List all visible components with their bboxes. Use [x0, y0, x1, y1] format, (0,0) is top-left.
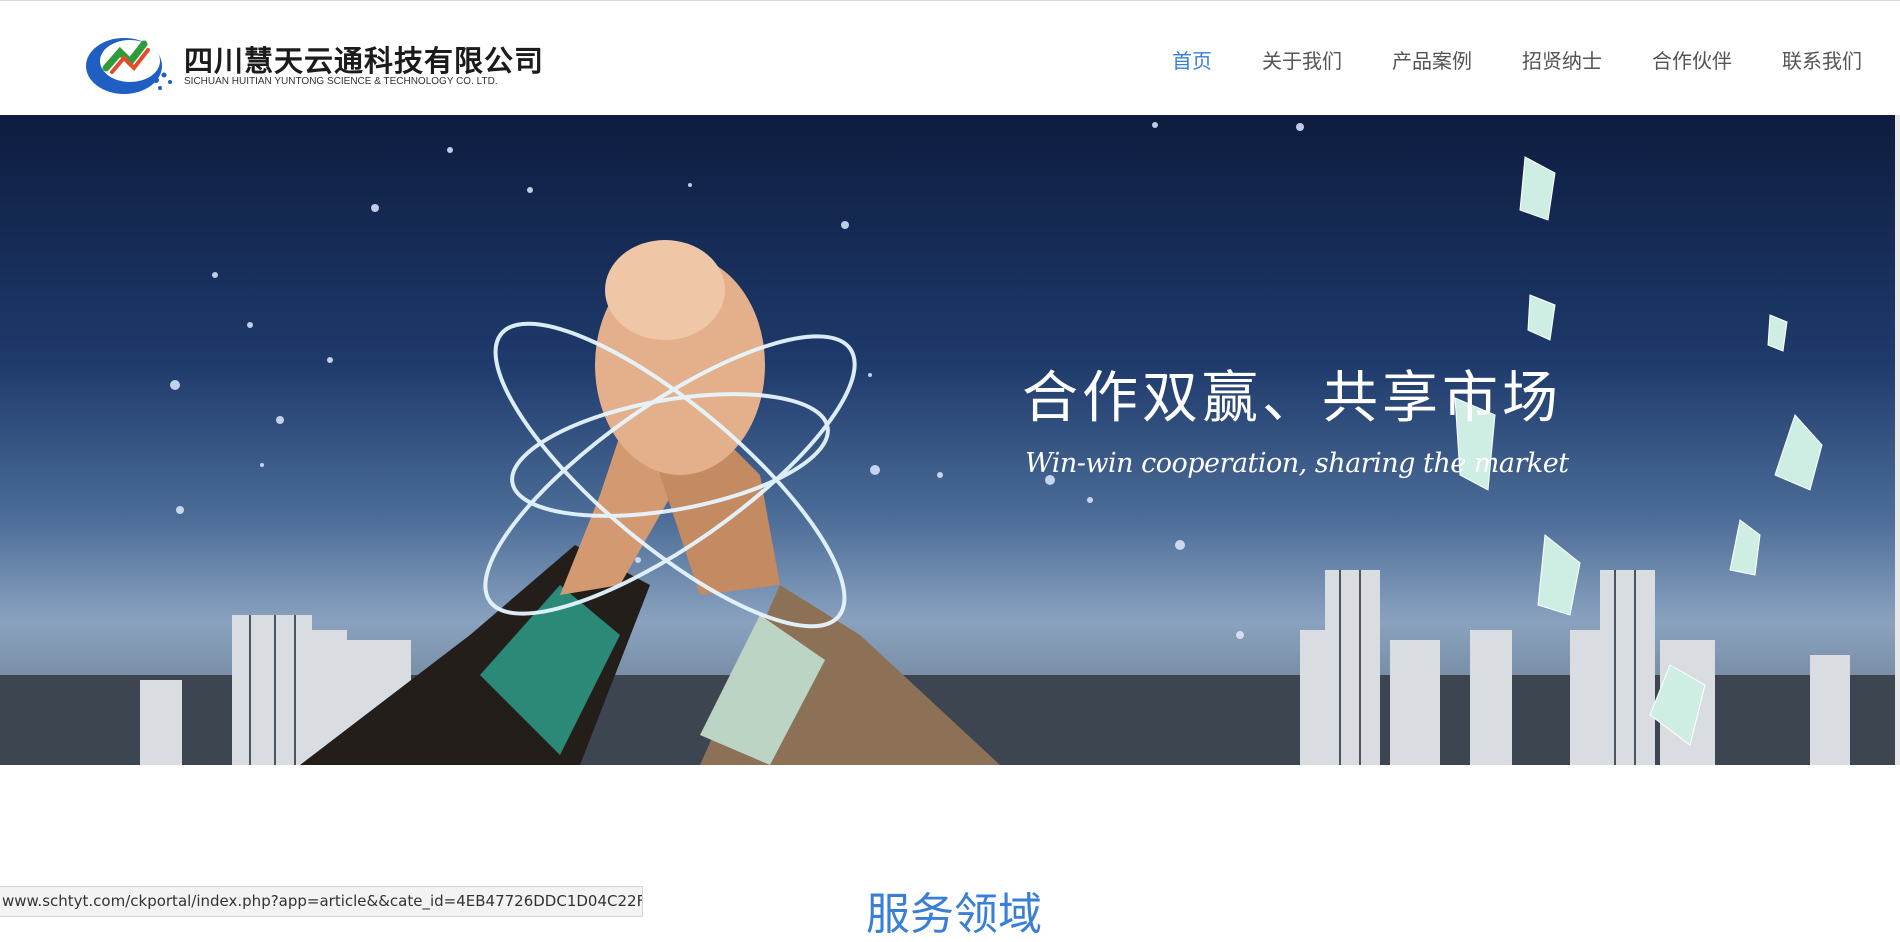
banner-illustration: [0, 122, 1895, 765]
nav-partners[interactable]: 合作伙伴: [1652, 45, 1732, 74]
site-header: 四川慧天云通科技有限公司 SICHUAN HUITIAN YUNTONG SCI…: [0, 1, 1900, 115]
company-logo[interactable]: 四川慧天云通科技有限公司 SICHUAN HUITIAN YUNTONG SCI…: [84, 28, 543, 98]
banner-title: 合作双赢、共享市场: [1022, 366, 1562, 431]
nav-contact[interactable]: 联系我们: [1782, 45, 1862, 74]
logo-company-name-en: SICHUAN HUITIAN YUNTONG SCIENCE & TECHNO…: [184, 76, 498, 87]
nav-products[interactable]: 产品案例: [1392, 45, 1472, 74]
nav-home[interactable]: 首页: [1172, 45, 1212, 74]
status-bar-url: www.schtyt.com/ckportal/index.php?app=ar…: [0, 886, 643, 917]
main-nav: 首页 关于我们 产品案例 招贤纳士 合作伙伴 联系我们: [1122, 45, 1862, 74]
banner-subtitle: Win-win cooperation, sharing the market: [1025, 448, 1569, 479]
nav-about[interactable]: 关于我们: [1262, 45, 1342, 74]
logo-company-name: 四川慧天云通科技有限公司: [184, 44, 545, 78]
nav-careers[interactable]: 招贤纳士: [1522, 45, 1602, 74]
logo-mark-icon: [86, 38, 172, 94]
section-title-services: 服务领域: [866, 889, 1042, 940]
hero-banner[interactable]: 合作双赢、共享市场 Win-win cooperation, sharing t…: [0, 115, 1895, 765]
page-scrollbar[interactable]: [1895, 115, 1900, 765]
